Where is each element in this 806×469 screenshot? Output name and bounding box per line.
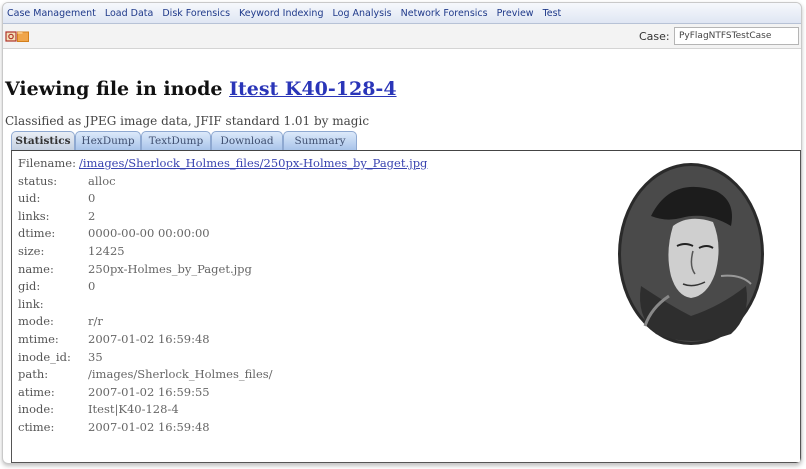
stat-value: 35 [88, 349, 103, 364]
stat-value: alloc [88, 173, 116, 188]
stat-value: /images/Sherlock_Holmes_files/ [88, 367, 273, 382]
menu-test[interactable]: Test [543, 8, 562, 19]
stat-label: mtime: [18, 332, 59, 346]
tab-summary[interactable]: Summary [283, 131, 357, 150]
filename-label: Filename: [18, 156, 76, 170]
stat-label: inode_id: [18, 349, 71, 364]
menu-log-analysis[interactable]: Log Analysis [333, 8, 392, 19]
stat-label: mode: [18, 314, 54, 329]
stat-value: 2 [88, 208, 96, 223]
tab-statistics[interactable]: Statistics [11, 131, 75, 150]
page-title-text: Viewing file in inode [5, 78, 223, 100]
folder-icon[interactable] [17, 30, 29, 42]
stat-value: 250px-Holmes_by_Paget.jpg [88, 261, 252, 276]
stat-label: path: [18, 367, 49, 382]
stat-value: 2007-01-02 16:59:48 [88, 420, 210, 434]
app-window: Case Management Load Data Disk Forensics… [2, 2, 802, 464]
stat-label: link: [18, 296, 44, 311]
stat-label: uid: [18, 191, 41, 206]
stat-value: 0000-00-00 00:00:00 [88, 226, 210, 241]
menu-keyword-indexing[interactable]: Keyword Indexing [239, 8, 323, 19]
statistics-panel: Filename: /images/Sherlock_Holmes_files/… [11, 150, 801, 463]
case-select[interactable]: PyFlagNTFSTestCase [674, 27, 799, 45]
toolbar: Case: PyFlagNTFSTestCase [3, 24, 801, 49]
stat-value: 2007-01-02 16:59:55 [88, 384, 210, 399]
filename-link[interactable]: /images/Sherlock_Holmes_files/250px-Holm… [79, 156, 427, 170]
stat-value: 12425 [88, 244, 125, 258]
stat-label: links: [18, 208, 50, 223]
stat-label: inode: [18, 402, 55, 417]
stat-value: 0 [88, 279, 96, 294]
tab-textdump[interactable]: TextDump [141, 131, 211, 150]
tab-download[interactable]: Download [211, 131, 283, 150]
menu-disk-forensics[interactable]: Disk Forensics [162, 8, 230, 19]
page-title: Viewing file in inode Itest K40-128-4 [5, 78, 397, 100]
home-icon[interactable] [5, 30, 17, 42]
stat-label: gid: [18, 279, 41, 294]
stat-label: dtime: [18, 226, 56, 241]
stat-label: ctime: [18, 420, 55, 434]
holmes-portrait-image [611, 156, 769, 349]
stat-value: 0 [88, 191, 96, 206]
case-label: Case: [639, 30, 670, 43]
stat-value: 2007-01-02 16:59:48 [88, 332, 210, 346]
tab-bar: Statistics HexDump TextDump Download Sum… [11, 131, 357, 150]
stat-label: atime: [18, 384, 55, 399]
tab-hexdump[interactable]: HexDump [75, 131, 141, 150]
stat-value: r/r [88, 314, 103, 329]
stat-label: status: [18, 173, 58, 188]
stat-label: size: [18, 244, 45, 258]
menu-network-forensics[interactable]: Network Forensics [401, 8, 488, 19]
menu-case-management[interactable]: Case Management [7, 8, 96, 19]
menu-load-data[interactable]: Load Data [105, 8, 154, 19]
classification-text: Classified as JPEG image data, JFIF stan… [5, 114, 370, 128]
menu-preview[interactable]: Preview [497, 8, 534, 19]
stat-value: Itest|K40-128-4 [88, 402, 179, 417]
inode-link[interactable]: Itest K40-128-4 [229, 78, 396, 100]
menu-bar: Case Management Load Data Disk Forensics… [3, 3, 801, 24]
stat-label: name: [18, 261, 54, 276]
